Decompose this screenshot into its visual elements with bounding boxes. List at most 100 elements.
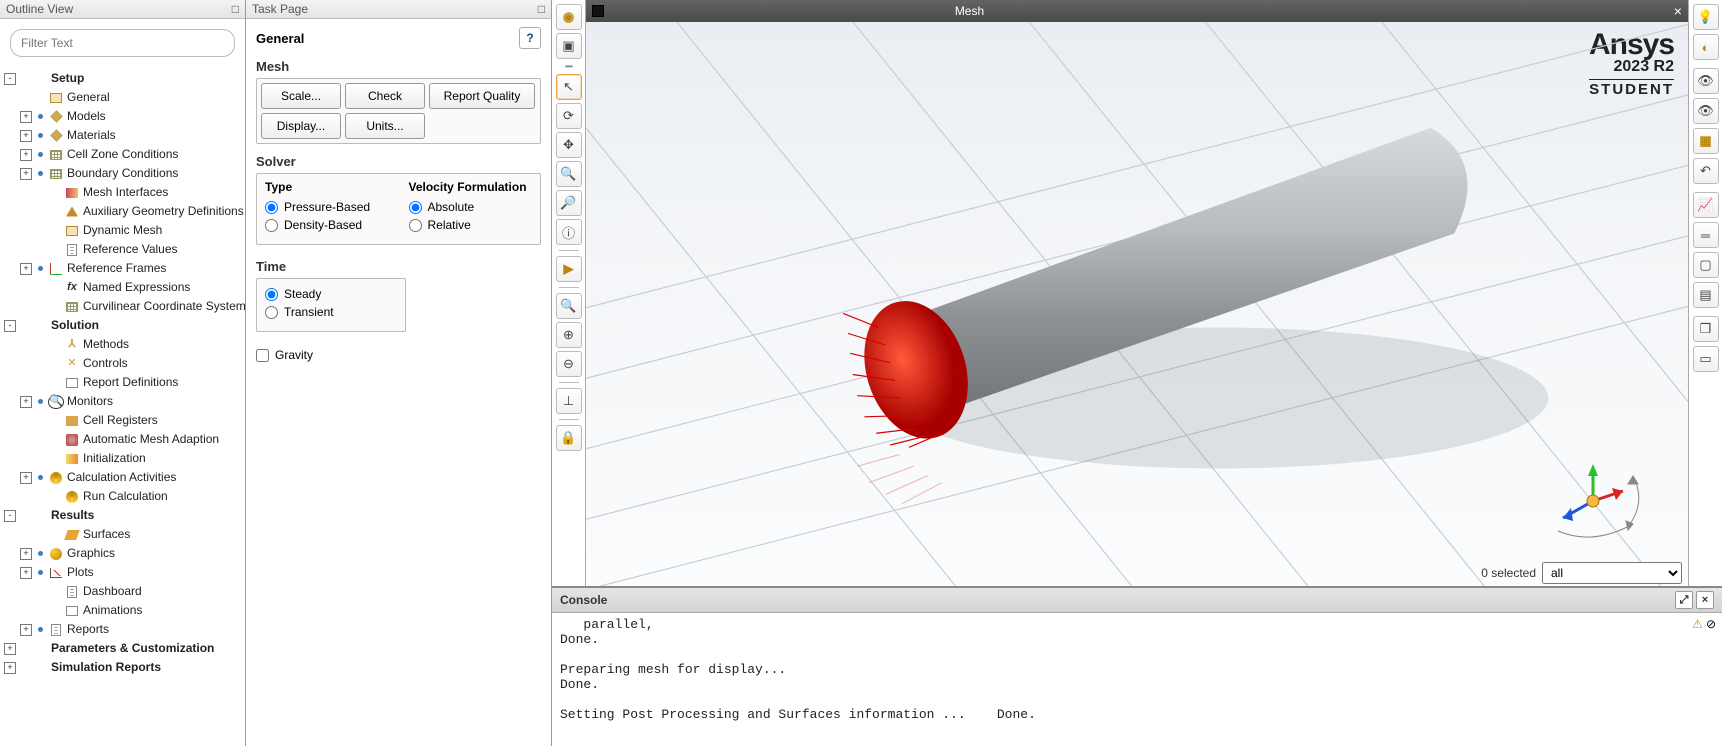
globe-icon[interactable]: ◉ [556,4,582,30]
tree-item-named-expressions[interactable]: fxNamed Expressions [0,278,245,297]
expander-icon[interactable]: + [20,263,32,275]
zoom-fit-icon[interactable]: 🔍 [556,293,582,319]
tree-item-label: Plots [67,564,94,581]
pan-icon[interactable]: ✥ [556,132,582,158]
tree-item-cell-zone-conditions[interactable]: +Cell Zone Conditions [0,145,245,164]
tree-item-solution[interactable]: -Solution [0,316,245,335]
expander-icon[interactable]: + [20,168,32,180]
tree-item-run-calculation[interactable]: Run Calculation [0,487,245,506]
units-button[interactable]: Units... [345,113,425,139]
expander-icon[interactable]: + [20,472,32,484]
tree-item-simulation-reports[interactable]: +Simulation Reports [0,658,245,677]
expander-icon[interactable]: + [20,548,32,560]
paste-icon[interactable]: ▭ [1693,346,1719,372]
radio-pressure-based[interactable]: Pressure-Based [265,198,389,216]
copy-icon[interactable]: ❐ [1693,316,1719,342]
filter-input[interactable] [10,29,235,57]
rotate-icon[interactable]: ⟳ [556,103,582,129]
tree-item-dashboard[interactable]: Dashboard [0,582,245,601]
axes-icon[interactable]: ⊥ [556,388,582,414]
tree-item-boundary-conditions[interactable]: +Boundary Conditions [0,164,245,183]
zoom-icon[interactable]: 🔎 [556,190,582,216]
expander-icon[interactable]: - [4,510,16,522]
tree-item-results[interactable]: -Results [0,506,245,525]
tree-item-materials[interactable]: +Materials [0,126,245,145]
expander-icon[interactable]: + [20,567,32,579]
expander-icon[interactable]: + [20,396,32,408]
radio-absolute[interactable]: Absolute [409,198,533,216]
tree-item-reference-values[interactable]: Reference Values [0,240,245,259]
outline-tree[interactable]: -SetupGeneral+Models+Materials+Cell Zone… [0,67,245,746]
info-icon[interactable]: ⓘ [556,219,582,245]
filter-wrap [0,19,245,67]
expander-icon[interactable]: + [20,149,32,161]
rule-icon[interactable]: ═ [1693,222,1719,248]
report-quality-button[interactable]: Report Quality [429,83,535,109]
expander-icon[interactable]: + [4,643,16,655]
tree-item-controls[interactable]: ✕Controls [0,354,245,373]
viewport-3d[interactable]: Mesh × Ansys 2023 R2 STUDENT [586,0,1688,586]
tree-item-reports[interactable]: +Reports [0,620,245,639]
radio-relative[interactable]: Relative [409,216,533,234]
tree-item-surfaces[interactable]: Surfaces [0,525,245,544]
expander-icon [36,244,48,256]
tree-item-cell-registers[interactable]: Cell Registers [0,411,245,430]
lightbulb-icon[interactable]: 💡 [1693,4,1719,30]
tree-item-reference-frames[interactable]: +Reference Frames [0,259,245,278]
tree-item-curvilinear-coordinate-system[interactable]: Curvilinear Coordinate System [0,297,245,316]
radio-transient[interactable]: Transient [265,303,397,321]
clear-console-icon[interactable]: ⊘ [1706,617,1716,631]
cube-icon[interactable]: ▣ [556,33,582,59]
tree-item-auxiliary-geometry-definitions[interactable]: Auxiliary Geometry Definitions [0,202,245,221]
probe-icon[interactable]: ▶ [556,256,582,282]
expander-icon[interactable]: + [20,624,32,636]
gravity-checkbox[interactable]: Gravity [256,346,541,364]
scale-button[interactable]: Scale... [261,83,341,109]
viewport-close-icon[interactable]: × [1674,3,1682,19]
warning-icon[interactable]: ⚠ [1692,617,1703,631]
expander-icon[interactable]: + [4,662,16,674]
tree-item-plots[interactable]: + Plots [0,563,245,582]
expander-icon[interactable]: - [4,73,16,85]
tree-item-monitors[interactable]: +🔍Monitors [0,392,245,411]
undo-icon[interactable]: ↶ [1693,158,1719,184]
tree-item-methods[interactable]: ⅄Methods [0,335,245,354]
zoom-box-icon[interactable]: 🔍 [556,161,582,187]
tree-item-models[interactable]: +Models [0,107,245,126]
hide-icon[interactable]: 👁 [1693,68,1719,94]
console-output[interactable]: parallel, Done. Preparing mesh for displ… [552,613,1722,746]
overlay-icon[interactable]: ▤ [1693,282,1719,308]
console-close-icon[interactable]: × [1696,591,1714,609]
tree-item-calculation-activities[interactable]: +Calculation Activities [0,468,245,487]
tree-item-report-definitions[interactable]: Report Definitions [0,373,245,392]
chart-icon[interactable]: 📈 [1693,192,1719,218]
radio-steady[interactable]: Steady [265,285,397,303]
display-button[interactable]: Display... [261,113,341,139]
show-icon[interactable]: 👁 [1693,98,1719,124]
orientation-triad[interactable] [1538,446,1648,546]
zoom-out-icon[interactable]: ⊖ [556,351,582,377]
selection-filter-dropdown[interactable]: all [1542,562,1682,584]
square-icon[interactable]: ▢ [1693,252,1719,278]
zoom-in-icon[interactable]: ⊕ [556,322,582,348]
tree-item-dynamic-mesh[interactable]: Dynamic Mesh [0,221,245,240]
box-icon[interactable]: ▦ [1693,128,1719,154]
tree-item-parameters-customization[interactable]: +Parameters & Customization [0,639,245,658]
expander-icon[interactable]: + [20,130,32,142]
tree-item-automatic-mesh-adaption[interactable]: Automatic Mesh Adaption [0,430,245,449]
radio-density-based[interactable]: Density-Based [265,216,389,234]
tree-item-general[interactable]: General [0,88,245,107]
check-button[interactable]: Check [345,83,425,109]
tree-item-animations[interactable]: Animations [0,601,245,620]
tree-item-mesh-interfaces[interactable]: Mesh Interfaces [0,183,245,202]
expander-icon[interactable]: - [4,320,16,332]
tree-item-initialization[interactable]: Initialization [0,449,245,468]
cursor-select-icon[interactable]: ↖ [556,74,582,100]
lock-icon[interactable]: 🔒 [556,425,582,451]
expander-icon[interactable]: + [20,111,32,123]
tree-item-graphics[interactable]: +Graphics [0,544,245,563]
help-button[interactable]: ? [519,27,541,49]
console-expand-icon[interactable]: ⤢ [1675,591,1693,609]
shade-icon[interactable]: ◐ [1693,34,1719,60]
tree-item-setup[interactable]: -Setup [0,69,245,88]
